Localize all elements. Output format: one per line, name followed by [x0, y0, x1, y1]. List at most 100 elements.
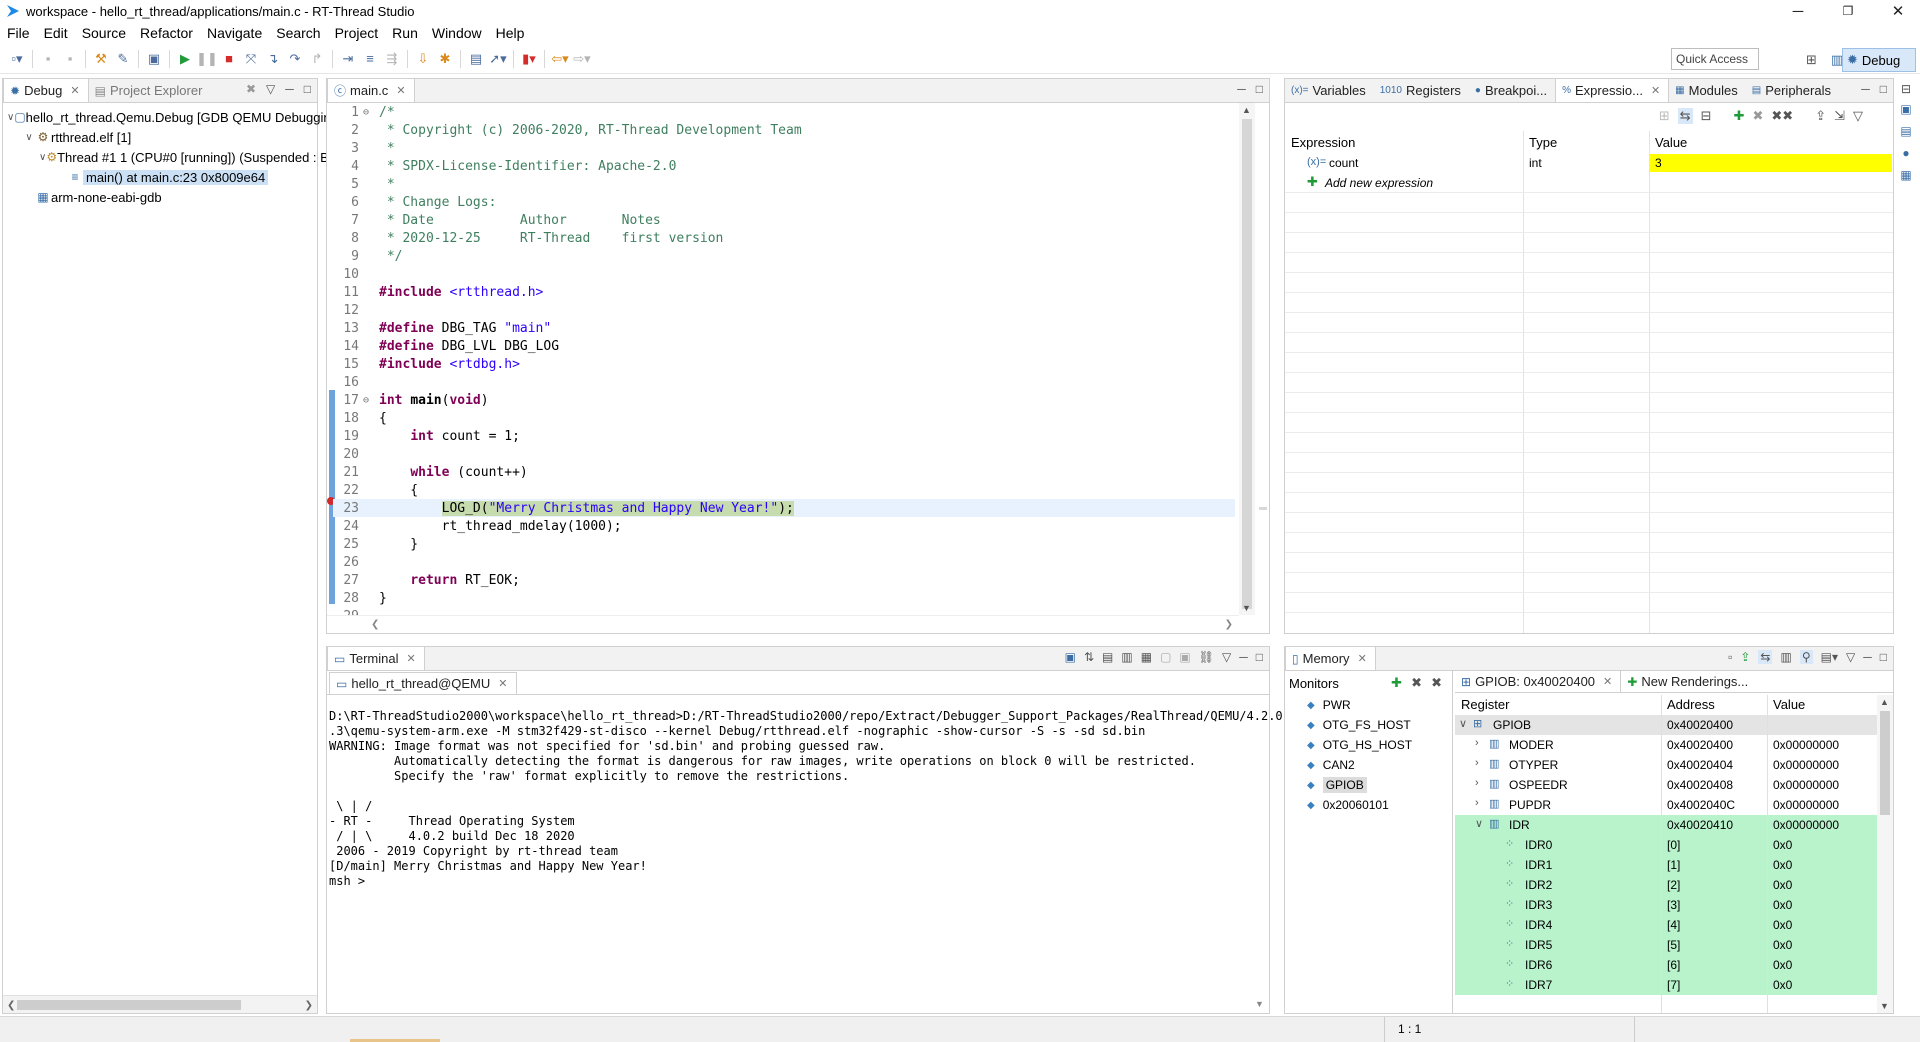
- expand-arrow-icon[interactable]: ∨: [1475, 817, 1483, 830]
- close-tab-icon[interactable]: ✕: [498, 677, 507, 690]
- register-row[interactable]: › ▥ PUPDR 0x4002040C 0x00000000: [1455, 795, 1877, 815]
- register-value[interactable]: 0x0: [1773, 938, 1792, 952]
- disassembly-icon[interactable]: ▦: [1896, 168, 1916, 190]
- expand-arrow-icon[interactable]: ›: [1475, 737, 1479, 749]
- column-expression[interactable]: Expression: [1291, 135, 1355, 150]
- maximize-view-icon[interactable]: □: [1256, 650, 1263, 664]
- register-value[interactable]: 0x00000000: [1773, 758, 1839, 772]
- terminate-icon[interactable]: ■: [218, 48, 240, 70]
- debug-tree-item[interactable]: ≡ main() at main.c:23 0x8009e64: [3, 167, 317, 187]
- code-line[interactable]: 12: [333, 301, 1235, 319]
- view-menu-icon[interactable]: ▽: [1846, 650, 1855, 664]
- code-line[interactable]: 4 * SPDX-License-Identifier: Apache-2.0: [333, 157, 1235, 175]
- tab-gpiob-rendering[interactable]: ⊞ GPIOB: 0x40020400 ✕: [1455, 671, 1622, 692]
- expand-arrow-icon[interactable]: ›: [1475, 797, 1479, 809]
- add-monitor-icon[interactable]: ✚: [1391, 675, 1402, 691]
- code-line[interactable]: 16: [333, 373, 1235, 391]
- register-row[interactable]: ⁘ IDR5 [5] 0x0: [1455, 935, 1877, 955]
- clear-terminal-icon[interactable]: ▥: [1121, 650, 1132, 664]
- view-menu-icon[interactable]: ▽: [1222, 650, 1231, 664]
- column-register[interactable]: Register: [1461, 697, 1509, 712]
- terminal-icon[interactable]: ▣: [143, 48, 165, 70]
- register-value[interactable]: 0x0: [1773, 918, 1792, 932]
- remove-monitor-icon[interactable]: ✖: [1411, 675, 1422, 691]
- download-icon[interactable]: ⇩: [412, 48, 434, 70]
- new-tab-icon[interactable]: ▫: [1728, 650, 1732, 664]
- code-line[interactable]: 6 * Change Logs:: [333, 193, 1235, 211]
- register-value[interactable]: 0x0: [1773, 878, 1792, 892]
- column-value[interactable]: Value: [1655, 135, 1687, 150]
- remove-all-expressions-icon[interactable]: ✖✖: [1771, 108, 1793, 124]
- register-row[interactable]: › ▥ OSPEEDR 0x40020408 0x00000000: [1455, 775, 1877, 795]
- menu-file[interactable]: File: [0, 25, 37, 41]
- monitor-item[interactable]: ◆ OTG_FS_HOST: [1285, 715, 1452, 735]
- close-tab-icon[interactable]: ✕: [406, 652, 415, 665]
- copy-icon[interactable]: ▢: [1160, 650, 1171, 664]
- menu-search[interactable]: Search: [269, 25, 327, 41]
- expand-arrow-icon[interactable]: ›: [1475, 757, 1479, 769]
- tab-debug[interactable]: ✹ Debug ✕: [3, 79, 89, 102]
- horizontal-scrollbar[interactable]: ❮ ❯: [327, 615, 1239, 633]
- minimize-view-icon[interactable]: ─: [1861, 82, 1870, 96]
- debug-tree-item[interactable]: ∨ ▢ hello_rt_thread.Qemu.Debug [GDB QEMU D…: [3, 107, 341, 127]
- resume-icon[interactable]: ▶: [174, 48, 196, 70]
- code-line[interactable]: 25 }: [333, 535, 1235, 553]
- code-line[interactable]: 15 #include <rtdbg.h>: [333, 355, 1235, 373]
- code-line[interactable]: 21 while (count++): [333, 463, 1235, 481]
- expand-arrow-icon[interactable]: ∨: [1459, 717, 1467, 730]
- view-menu-icon[interactable]: ▽: [1853, 108, 1863, 124]
- close-button[interactable]: ✕: [1876, 0, 1920, 22]
- close-tab-icon[interactable]: ✕: [1651, 84, 1660, 97]
- code-line[interactable]: 27 return RT_EOK;: [333, 571, 1235, 589]
- register-row[interactable]: ⁘ IDR7 [7] 0x0: [1455, 975, 1877, 995]
- code-line[interactable]: 5 *: [333, 175, 1235, 193]
- tab-breakpoi[interactable]: ● Breakpoi...: [1469, 79, 1555, 102]
- code-line[interactable]: 28}: [333, 589, 1235, 607]
- register-row[interactable]: ⁘ IDR2 [2] 0x0: [1455, 875, 1877, 895]
- monitor-item[interactable]: ◆ 0x20060101: [1285, 795, 1452, 815]
- tab-main-c[interactable]: ⓒ main.c ✕: [327, 79, 415, 102]
- open-folder-icon[interactable]: ▤: [465, 48, 487, 70]
- toggle-split-icon[interactable]: ▥: [1780, 650, 1791, 664]
- open-perspective-icon[interactable]: ⊞: [1806, 52, 1817, 68]
- vertical-scrollbar[interactable]: ▲ ▼: [1239, 103, 1255, 615]
- tab-registers[interactable]: 1010 Registers: [1374, 79, 1469, 102]
- close-tab-icon[interactable]: ✕: [396, 84, 405, 97]
- register-row[interactable]: ⁘ IDR1 [1] 0x0: [1455, 855, 1877, 875]
- export-icon[interactable]: ⇪: [1740, 650, 1750, 664]
- menu-edit[interactable]: Edit: [37, 25, 75, 41]
- menu-navigate[interactable]: Navigate: [200, 25, 269, 41]
- value-cell[interactable]: 3: [1650, 154, 1892, 172]
- pin-icon[interactable]: ▦: [1141, 650, 1152, 664]
- remove-all-terminated-icon[interactable]: ✖: [246, 82, 256, 96]
- save-icon[interactable]: ▪: [37, 48, 59, 70]
- minimize-view-icon[interactable]: ─: [1863, 650, 1872, 664]
- maximize-button[interactable]: ❐: [1826, 0, 1870, 22]
- menu-window[interactable]: Window: [425, 25, 489, 41]
- vertical-scrollbar[interactable]: ▲ ▼: [1877, 695, 1893, 1013]
- minimize-view-icon[interactable]: ─: [1239, 650, 1248, 664]
- maximize-view-icon[interactable]: □: [304, 82, 311, 96]
- register-row[interactable]: ∨ ⊞ GPIOB 0x40020400: [1455, 715, 1877, 735]
- close-tab-icon[interactable]: ✕: [70, 84, 79, 97]
- remove-all-monitors-icon[interactable]: ✖: [1431, 675, 1442, 691]
- show-logical-structure-icon[interactable]: ⇆: [1677, 108, 1693, 124]
- step-into-icon[interactable]: ↴: [262, 48, 284, 70]
- outline-icon[interactable]: ▣: [1896, 102, 1916, 124]
- vertical-scrollbar[interactable]: ▼: [1253, 697, 1267, 1011]
- code-line[interactable]: 9 */: [333, 247, 1235, 265]
- fold-toggle-icon[interactable]: ⊖: [363, 395, 373, 406]
- expand-arrow-icon[interactable]: ›: [1475, 777, 1479, 789]
- step-over-icon[interactable]: ↷: [284, 48, 306, 70]
- menu-source[interactable]: Source: [75, 25, 133, 41]
- menu-help[interactable]: Help: [489, 25, 532, 41]
- code-line[interactable]: 17 ⊖ int main(void): [333, 391, 1235, 409]
- register-row[interactable]: ⁘ IDR4 [4] 0x0: [1455, 915, 1877, 935]
- register-row[interactable]: › ▥ MODER 0x40020400 0x00000000: [1455, 735, 1877, 755]
- sdk-manager-icon[interactable]: ✱: [434, 48, 456, 70]
- register-value[interactable]: 0x00000000: [1773, 798, 1839, 812]
- code-line[interactable]: 18 {: [333, 409, 1235, 427]
- minimize-button[interactable]: ─: [1776, 0, 1820, 22]
- toggle-command-input-icon[interactable]: ⇅: [1084, 650, 1094, 664]
- column-value[interactable]: Value: [1773, 697, 1805, 712]
